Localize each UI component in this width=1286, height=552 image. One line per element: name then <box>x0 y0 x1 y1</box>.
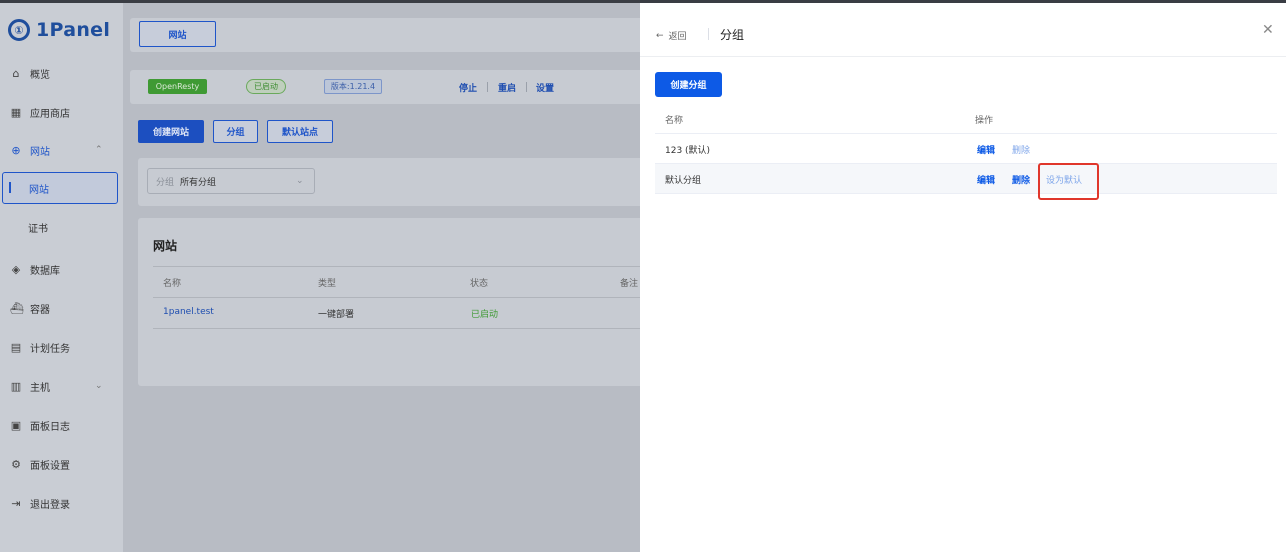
docker-icon: ⛴ <box>10 301 24 315</box>
sidebar-item-label: 面板日志 <box>30 421 70 433</box>
back-button[interactable]: ← 返回 <box>656 29 687 43</box>
sidebar-item-label: 主机 <box>30 382 50 394</box>
table-title: 网站 <box>153 239 178 253</box>
column-header-name: 名称 <box>163 279 182 289</box>
filter-card: 分组 所有分组 ⌄ <box>138 158 650 206</box>
sidebar-item-website-sub[interactable]: 网站 <box>2 172 118 204</box>
logo-mark-icon: ① <box>8 19 30 41</box>
sidebar-item-label: 概览 <box>30 69 50 81</box>
drawer-title: 分组 <box>720 28 745 42</box>
group-name: 123 (默认) <box>665 146 711 156</box>
divider <box>487 82 488 92</box>
website-name-link[interactable]: 1panel.test <box>163 307 214 317</box>
divider <box>526 82 527 92</box>
group-filter-select[interactable]: 分组 所有分组 ⌄ <box>147 168 315 194</box>
sidebar-item-label: 容器 <box>30 304 50 316</box>
logo[interactable]: ① 1Panel <box>8 15 110 45</box>
sidebar-item-overview[interactable]: ⌂ 概览 <box>0 58 123 88</box>
settings-link[interactable]: 设置 <box>536 81 554 94</box>
divider <box>153 266 650 267</box>
sidebar-item-website[interactable]: ⊕ 网站 ⌃ <box>0 135 123 165</box>
drawer-header: ← 返回 分组 ✕ <box>640 3 1286 57</box>
column-header-remark: 备注 <box>620 279 639 289</box>
sidebar-item-label: 证书 <box>28 223 48 235</box>
version-badge: 版本:1.21.4 <box>324 79 382 94</box>
arrow-left-icon: ← <box>656 30 664 41</box>
column-header-type: 类型 <box>318 279 337 289</box>
column-header-status: 状态 <box>470 279 489 289</box>
delete-link[interactable]: 删除 <box>1012 143 1030 156</box>
restart-link[interactable]: 重启 <box>498 81 516 94</box>
status-badge: 已启动 <box>246 79 286 94</box>
table-row: 123 (默认) 编辑 删除 <box>655 134 1277 164</box>
group-button[interactable]: 分组 <box>213 120 258 143</box>
database-icon: ◈ <box>11 262 21 276</box>
sidebar-item-container[interactable]: ⛴ 容器 <box>0 293 123 323</box>
sidebar-item-label: 计划任务 <box>30 343 70 355</box>
highlight-box <box>1038 163 1099 200</box>
chevron-down-icon: ⌄ <box>296 176 304 186</box>
sidebar-item-label: 网站 <box>30 146 50 158</box>
website-table-card: 网站 名称 类型 状态 备注 1panel.test 一键部署 已启动 <box>138 218 650 386</box>
sidebar-item-app-store[interactable]: ▦ 应用商店 <box>0 97 123 127</box>
host-icon: ▥ <box>10 379 22 393</box>
logo-text: 1Panel <box>36 19 111 41</box>
divider <box>153 297 650 298</box>
sidebar-item-database[interactable]: ◈ 数据库 <box>0 254 123 284</box>
sidebar-item-label: 面板设置 <box>30 460 70 472</box>
chevron-down-icon: ⌄ <box>95 381 103 391</box>
log-icon: ▣ <box>10 418 22 432</box>
sidebar-item-label: 退出登录 <box>30 499 70 511</box>
edit-link[interactable]: 编辑 <box>977 173 995 186</box>
default-site-button[interactable]: 默认站点 <box>267 120 333 143</box>
website-status: 已启动 <box>471 310 499 320</box>
filter-value: 所有分组 <box>180 177 217 188</box>
sidebar-item-label: 网站 <box>29 184 49 196</box>
sidebar: ① 1Panel ⌂ 概览 ▦ 应用商店 ⊕ 网站 ⌃ 网站 证书 ◈ 数据库 … <box>0 3 123 552</box>
group-name: 默认分组 <box>665 176 702 186</box>
close-icon[interactable]: ✕ <box>1262 22 1274 38</box>
globe-icon: ⊕ <box>11 143 21 157</box>
sidebar-item-panel-settings[interactable]: ⚙ 面板设置 <box>0 449 123 479</box>
stop-link[interactable]: 停止 <box>459 81 477 94</box>
openresty-status-bar: OpenResty 已启动 版本:1.21.4 停止 重启 设置 <box>130 70 650 104</box>
divider <box>708 28 709 40</box>
sidebar-item-panel-log[interactable]: ▣ 面板日志 <box>0 410 123 440</box>
app-name-tag: OpenResty <box>148 79 207 94</box>
gear-icon: ⚙ <box>11 457 21 471</box>
sidebar-item-label: 数据库 <box>30 265 60 277</box>
sidebar-item-certificate[interactable]: 证书 <box>0 212 123 242</box>
logout-icon: ⇥ <box>11 496 21 510</box>
divider <box>153 328 650 329</box>
top-tab-bar: 网站 <box>130 18 650 52</box>
edit-link[interactable]: 编辑 <box>977 143 995 156</box>
delete-link[interactable]: 删除 <box>1012 173 1030 186</box>
table-row: 默认分组 编辑 删除 设为默认 <box>655 164 1277 194</box>
sidebar-item-host[interactable]: ▥ 主机 ⌄ <box>0 371 123 401</box>
column-header-name: 名称 <box>665 116 684 126</box>
tab-website[interactable]: 网站 <box>139 21 216 47</box>
chevron-up-icon: ⌃ <box>95 145 103 155</box>
website-type: 一键部署 <box>318 310 355 320</box>
sidebar-item-label: 应用商店 <box>30 108 70 120</box>
filter-label: 分组 <box>156 177 175 188</box>
grid-icon: ▦ <box>10 105 22 119</box>
create-group-button[interactable]: 创建分组 <box>655 72 722 97</box>
back-label: 返回 <box>668 32 687 42</box>
column-header-action: 操作 <box>975 116 994 126</box>
main-content: 网站 OpenResty 已启动 版本:1.21.4 停止 重启 设置 创建网站… <box>123 3 650 552</box>
sidebar-item-cron[interactable]: ▤ 计划任务 <box>0 332 123 362</box>
table-header-row: 名称 操作 <box>655 104 1277 134</box>
sidebar-item-logout[interactable]: ⇥ 退出登录 <box>0 488 123 518</box>
group-drawer: ← 返回 分组 ✕ 创建分组 名称 操作 123 (默认) 编辑 删除 默认分组… <box>640 3 1286 552</box>
home-icon: ⌂ <box>12 66 20 80</box>
calendar-icon: ▤ <box>10 340 22 354</box>
create-website-button[interactable]: 创建网站 <box>138 120 204 143</box>
